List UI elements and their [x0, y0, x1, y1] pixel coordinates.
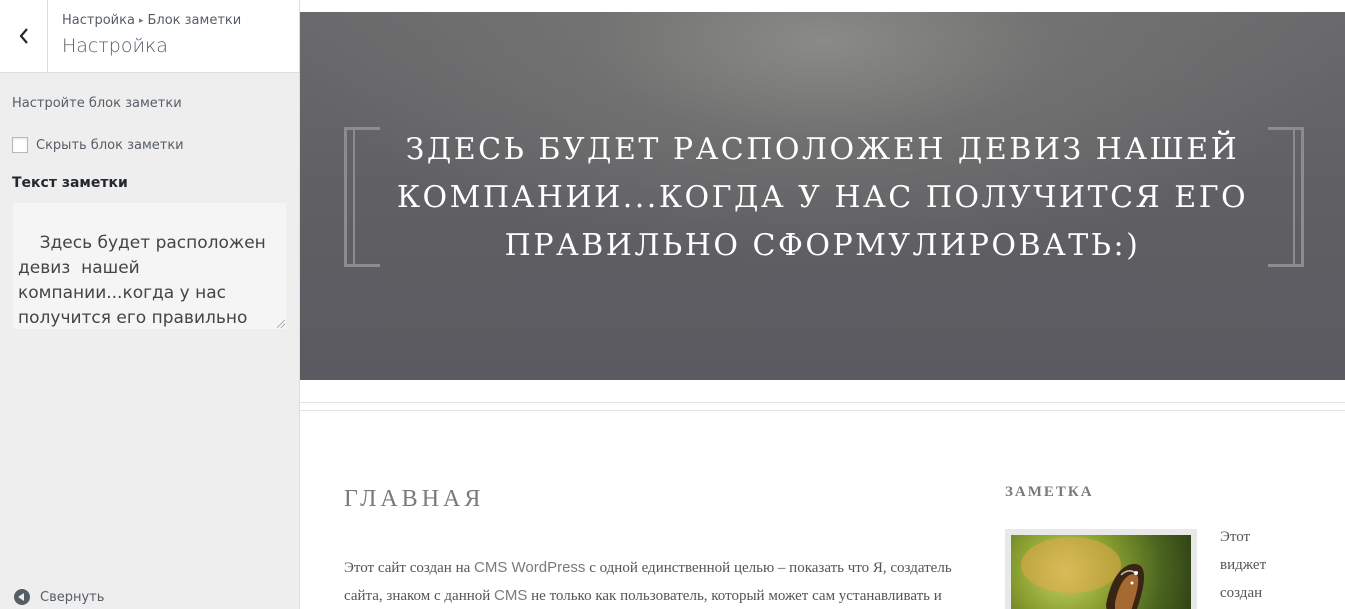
cms-link[interactable]: CMS	[494, 587, 527, 604]
hide-note-label: Скрыть блок заметки	[36, 137, 184, 153]
hide-note-control[interactable]: Скрыть блок заметки	[12, 136, 184, 154]
section-description: Настройте блок заметки	[12, 96, 182, 111]
site-preview: Здесь будет расположен девиз нашей компа…	[300, 0, 1345, 609]
wordpress-link[interactable]: CMS WordPress	[474, 559, 585, 576]
chevron-left-icon	[19, 28, 28, 44]
hide-note-checkbox[interactable]	[12, 137, 28, 153]
divider	[300, 410, 1345, 411]
right-bracket-decoration	[1268, 127, 1304, 267]
divider	[300, 402, 1345, 403]
collapse-arrow-icon	[14, 589, 30, 605]
widget-title: Заметка	[1005, 484, 1094, 500]
page-body-text: Этот сайт создан на CMS WordPress с одно…	[344, 554, 984, 609]
note-text-value: Здесь будет расположен девиз нашей компа…	[18, 233, 266, 328]
butterfly-image	[1011, 535, 1191, 609]
resize-handle-icon[interactable]	[277, 320, 285, 328]
back-button[interactable]	[0, 0, 48, 72]
preview-top-strip	[300, 0, 1345, 12]
breadcrumb-parent: Настройка	[62, 13, 135, 28]
body-text-segment: не только как пользователь, который може…	[527, 588, 942, 604]
butterfly-illustration	[1021, 537, 1145, 609]
breadcrumb: Настройка ▸ Блок заметки	[62, 13, 241, 28]
note-text-textarea[interactable]: Здесь будет расположен девиз нашей компа…	[12, 202, 287, 330]
collapse-sidebar-button[interactable]: Свернуть	[14, 589, 104, 605]
breadcrumb-separator-icon: ▸	[138, 16, 144, 26]
body-text-segment: Этот сайт создан на	[344, 560, 475, 576]
widget-image-frame	[1005, 529, 1197, 609]
collapse-label: Свернуть	[40, 589, 105, 605]
hero-motto: Здесь будет расположен девиз нашей компа…	[396, 132, 1249, 263]
note-text-label: Текст заметки	[12, 175, 128, 191]
breadcrumb-current: Блок заметки	[147, 13, 242, 28]
section-title: Настройка	[62, 35, 168, 57]
left-bracket-decoration	[344, 127, 380, 267]
customizer-sidebar: Настройка ▸ Блок заметки Настройка Настрой…	[0, 0, 300, 609]
hero-banner: Здесь будет расположен девиз нашей компа…	[300, 12, 1345, 380]
page-title: Главная	[344, 486, 485, 512]
widget-text: Этот виджет создан	[1220, 529, 1267, 601]
customizer-header: Настройка ▸ Блок заметки Настройка	[0, 0, 299, 73]
